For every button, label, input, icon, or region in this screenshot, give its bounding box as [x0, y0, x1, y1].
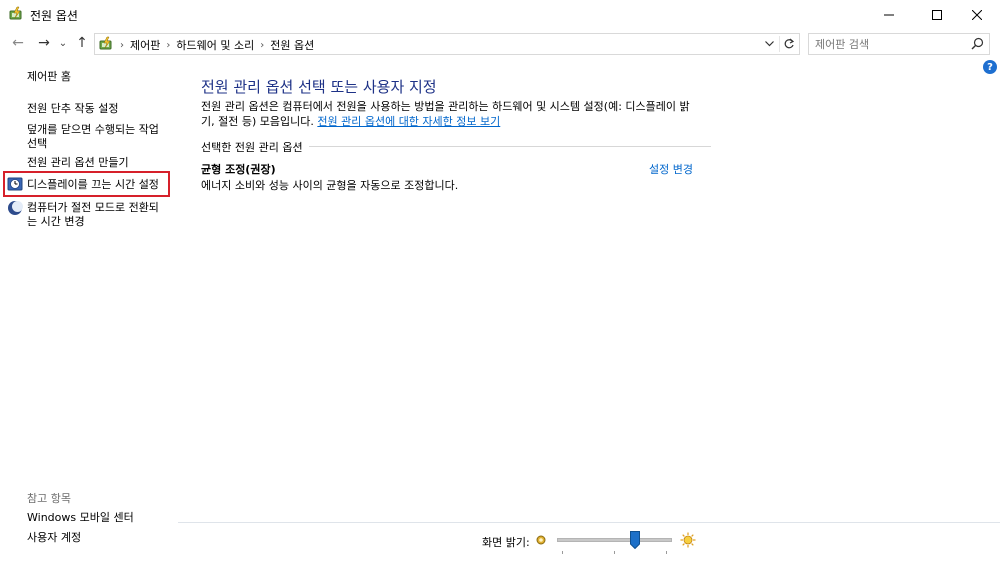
up-arrow-icon: ↑	[76, 35, 88, 51]
slider-tick	[562, 551, 563, 554]
sidebar-item-label: 는 시간 변경	[27, 215, 85, 228]
bottom-divider	[178, 522, 1000, 523]
search-input[interactable]	[815, 36, 965, 52]
page-description: 전원 관리 옵션은 컴퓨터에서 전원을 사용하는 방법을 관리하는 하드웨어 및…	[201, 99, 721, 129]
close-button[interactable]	[954, 0, 1000, 30]
sidebar-item-label: 선택	[27, 137, 48, 150]
navigation-bar: ← → ⌄ ↑ › 제어판 › 하드웨어 및 소리 › 전원 옵션	[0, 30, 1000, 56]
plan-description: 에너지 소비와 성능 사이의 균형을 자동으로 조정합니다.	[201, 179, 459, 192]
forward-button[interactable]: →	[34, 34, 54, 52]
breadcrumb-control-panel[interactable]: 제어판	[127, 37, 163, 53]
bright-sun-icon	[680, 532, 696, 548]
section-heading: 선택한 전원 관리 옵션	[201, 139, 309, 155]
sidebar-item-sleep-time[interactable]: 컴퓨터가 절전 모드로 전환되 는 시간 변경	[27, 201, 159, 229]
up-button[interactable]: ↑	[72, 34, 92, 52]
sidebar-item-create-power-plan[interactable]: 전원 관리 옵션 만들기	[27, 156, 129, 170]
sidebar-item-windows-mobility-center[interactable]: Windows 모바일 센터	[27, 511, 134, 525]
change-plan-settings-link[interactable]: 설정 변경	[649, 161, 693, 177]
minimize-button[interactable]	[866, 0, 912, 30]
help-icon: ?	[987, 61, 993, 73]
brightness-label: 화면 밝기:	[482, 536, 530, 549]
address-dropdown-button[interactable]	[761, 36, 777, 52]
sidebar-item-power-button-settings[interactable]: 전원 단추 작동 설정	[27, 102, 118, 116]
refresh-button[interactable]	[779, 36, 797, 52]
clock-icon	[7, 177, 23, 191]
forward-arrow-icon: →	[38, 35, 50, 51]
left-task-pane: 제어판 홈 전원 단추 작동 설정 덮개를 닫으면 수행되는 작업 선택 전원 …	[0, 56, 178, 563]
slider-tick	[614, 551, 615, 554]
brightness-slider-thumb[interactable]	[630, 531, 640, 549]
back-button[interactable]: ←	[8, 34, 28, 52]
search-icon[interactable]	[971, 37, 984, 50]
maximize-icon	[932, 10, 942, 20]
sidebar-item-control-panel-home[interactable]: 제어판 홈	[27, 70, 71, 84]
window-title: 전원 옵션	[30, 9, 78, 23]
description-text: 기, 절전 등) 모음입니다.	[201, 115, 318, 128]
address-bar[interactable]: › 제어판 › 하드웨어 및 소리 › 전원 옵션	[94, 33, 800, 55]
chevron-down-icon	[764, 41, 774, 47]
power-options-icon	[99, 36, 112, 50]
sidebar-item-label: 덮개를 닫으면 수행되는 작업	[27, 123, 159, 136]
sidebar-item-lid-close-action[interactable]: 덮개를 닫으면 수행되는 작업 선택	[27, 123, 159, 151]
help-button[interactable]: ?	[983, 60, 997, 74]
breadcrumb: › 제어판 › 하드웨어 및 소리 › 전원 옵션	[117, 37, 317, 53]
breadcrumb-hardware-sound[interactable]: 하드웨어 및 소리	[173, 37, 257, 53]
sidebar-item-user-accounts[interactable]: 사용자 계정	[27, 531, 81, 545]
see-also-heading: 참고 항목	[27, 492, 71, 505]
moon-icon	[8, 201, 23, 215]
sidebar-item-label: 컴퓨터가 절전 모드로 전환되	[27, 201, 159, 214]
back-arrow-icon: ←	[12, 35, 24, 51]
power-options-icon	[9, 6, 22, 20]
close-icon	[972, 10, 982, 20]
page-title: 전원 관리 옵션 선택 또는 사용자 지정	[201, 78, 437, 96]
refresh-icon	[784, 38, 794, 49]
more-info-link[interactable]: 전원 관리 옵션에 대한 자세한 정보 보기	[317, 115, 500, 128]
title-bar: 전원 옵션	[0, 0, 1000, 30]
breadcrumb-separator[interactable]: ›	[257, 40, 267, 51]
plan-name: 균형 조정(권장)	[201, 163, 276, 176]
breadcrumb-separator[interactable]: ›	[117, 40, 127, 51]
sidebar-item-display-off-time[interactable]: 디스플레이를 끄는 시간 설정	[27, 178, 159, 192]
minimize-icon	[884, 14, 894, 16]
chevron-down-icon: ⌄	[58, 37, 68, 49]
breadcrumb-separator[interactable]: ›	[163, 40, 173, 51]
search-box[interactable]	[808, 33, 990, 55]
slider-tick	[666, 551, 667, 554]
breadcrumb-power-options[interactable]: 전원 옵션	[267, 37, 317, 53]
description-text: 전원 관리 옵션은 컴퓨터에서 전원을 사용하는 방법을 관리하는 하드웨어 및…	[201, 100, 690, 113]
brightness-slider[interactable]	[557, 538, 672, 542]
dim-sun-icon	[536, 535, 546, 545]
recent-locations-button[interactable]: ⌄	[56, 34, 70, 52]
